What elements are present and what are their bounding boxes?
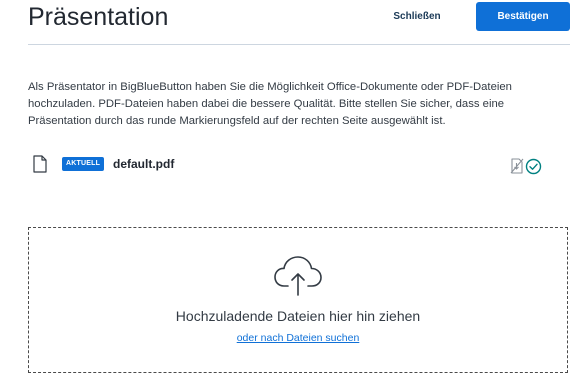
header-divider [28, 44, 570, 45]
browse-files-link-wrapper: oder nach Dateien suchen [29, 331, 567, 345]
file-icon [33, 155, 47, 173]
cloud-upload-icon [273, 253, 323, 297]
instructions-text: Als Präsentator in BigBlueButton haben S… [28, 81, 512, 127]
confirm-button[interactable]: Bestätigen [476, 2, 570, 31]
file-dropzone[interactable]: Hochzuladende Dateien hier hin ziehen od… [28, 227, 568, 373]
file-list-item: AKTUELL default.pdf [28, 155, 548, 177]
presentation-upload-modal: Präsentation Schließen Bestätigen Als Pr… [0, 0, 570, 375]
file-name: default.pdf [113, 157, 175, 171]
close-button[interactable]: Schließen [367, 0, 467, 32]
download-disabled-icon[interactable] [510, 158, 525, 174]
selected-check-icon[interactable] [525, 158, 542, 175]
browse-files-link[interactable]: oder nach Dateien suchen [237, 332, 360, 344]
modal-header: Präsentation Schließen Bestätigen [28, 0, 570, 44]
current-badge: AKTUELL [62, 157, 105, 171]
dropzone-text: Hochzuladende Dateien hier hin ziehen [175, 308, 421, 324]
modal-title: Präsentation [28, 3, 169, 31]
